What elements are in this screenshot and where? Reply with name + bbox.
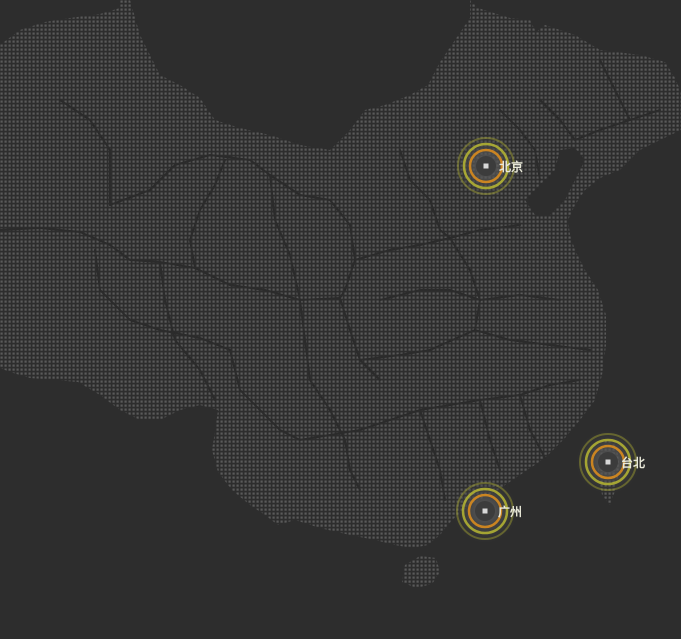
city-label-guangzhou: 广州 [498,504,522,519]
marker-dot [483,163,489,169]
map-canvas: 北京台北广州 [0,0,681,588]
city-marker-guangzhou[interactable]: 广州 [453,479,522,543]
hainan-island [402,556,440,588]
china-dot-map: 北京台北广州 [0,0,681,639]
marker-dot [482,508,488,514]
land-mass [0,0,681,588]
marker-dot [605,459,611,465]
city-label-beijing: 北京 [499,159,523,174]
city-marker-taipei[interactable]: 台北 [576,430,645,494]
city-label-taipei: 台北 [621,455,645,470]
